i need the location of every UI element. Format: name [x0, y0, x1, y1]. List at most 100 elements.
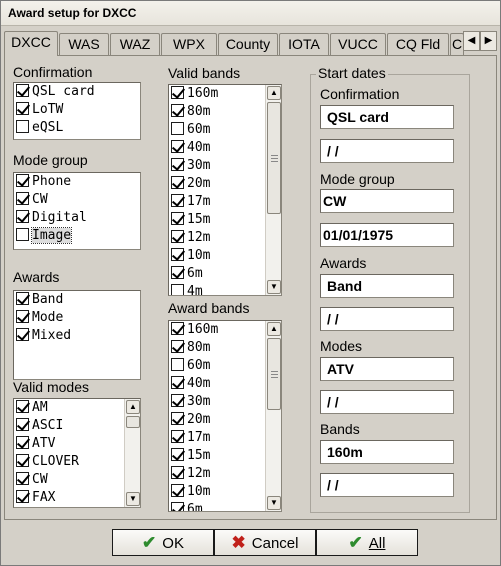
- list-item[interactable]: ASCI: [14, 417, 140, 435]
- checkbox[interactable]: [16, 102, 29, 115]
- checkbox[interactable]: [171, 140, 184, 153]
- checkbox[interactable]: [16, 490, 29, 503]
- checkbox[interactable]: [16, 310, 29, 323]
- scroll-down-icon[interactable]: ▼: [267, 280, 281, 294]
- award-bands-list[interactable]: 160m 80m 60m 40m 30m 20m 17m 15m 12m 10m 6m ▲ ▼: [168, 320, 282, 512]
- scroll-up-icon[interactable]: ▲: [267, 86, 281, 100]
- list-item[interactable]: ATV: [14, 435, 140, 453]
- list-item[interactable]: Phone: [14, 173, 140, 191]
- tab-vucc[interactable]: VUCC: [330, 33, 386, 55]
- checkbox[interactable]: [171, 194, 184, 207]
- checkbox[interactable]: [171, 412, 184, 425]
- list-item[interactable]: LoTW: [14, 101, 140, 119]
- checkbox[interactable]: [171, 502, 184, 511]
- sd-modes-field[interactable]: ATV: [320, 357, 454, 381]
- scroll-down-icon[interactable]: ▼: [126, 492, 140, 506]
- sd-awards-field[interactable]: Band: [320, 274, 454, 298]
- list-item[interactable]: Mixed: [14, 327, 140, 345]
- checkbox[interactable]: [16, 192, 29, 205]
- checkbox[interactable]: [171, 230, 184, 243]
- list-item[interactable]: Digital: [14, 209, 140, 227]
- checkbox[interactable]: [16, 292, 29, 305]
- checkbox[interactable]: [171, 484, 184, 497]
- tab-truncated[interactable]: C: [450, 33, 464, 55]
- title-bar[interactable]: Award setup for DXCC: [0, 0, 501, 26]
- sd-mode-group-field[interactable]: CW: [320, 189, 454, 213]
- all-button[interactable]: ✔ All: [316, 529, 418, 556]
- checkbox[interactable]: [171, 322, 184, 335]
- checkbox[interactable]: [16, 400, 29, 413]
- arrow-right-icon[interactable]: ▶: [480, 31, 497, 51]
- scroll-thumb[interactable]: [126, 416, 140, 428]
- mode-group-list[interactable]: Phone CW Digital Image: [13, 172, 141, 250]
- tab-was[interactable]: WAS: [59, 33, 109, 55]
- checkbox[interactable]: [171, 122, 184, 135]
- award-bands-scrollbar[interactable]: ▲ ▼: [265, 321, 281, 511]
- checkbox[interactable]: [171, 376, 184, 389]
- checkbox[interactable]: [16, 454, 29, 467]
- sd-bands-field[interactable]: 160m: [320, 440, 454, 464]
- checkbox[interactable]: [171, 266, 184, 279]
- sd-confirmation-field[interactable]: QSL card: [320, 105, 454, 129]
- sd-bands-date[interactable]: / /: [320, 473, 454, 497]
- checkbox[interactable]: [171, 176, 184, 189]
- tab-iota[interactable]: IOTA: [279, 33, 329, 55]
- confirmation-list[interactable]: QSL card LoTW eQSL: [13, 82, 141, 140]
- checkbox[interactable]: [16, 174, 29, 187]
- tab-dxcc[interactable]: DXCC: [4, 31, 58, 56]
- checkbox[interactable]: [16, 472, 29, 485]
- list-item[interactable]: QSL card: [14, 83, 140, 101]
- list-item[interactable]: Image: [14, 227, 140, 245]
- tab-waz[interactable]: WAZ: [110, 33, 160, 55]
- checkbox[interactable]: [171, 358, 184, 371]
- checkbox[interactable]: [171, 340, 184, 353]
- list-item-label: 6m: [187, 502, 203, 512]
- list-item[interactable]: Band: [14, 291, 140, 309]
- sd-awards-date[interactable]: / /: [320, 307, 454, 331]
- list-item[interactable]: CLOVER: [14, 453, 140, 471]
- checkbox[interactable]: [171, 466, 184, 479]
- list-item[interactable]: Mode: [14, 309, 140, 327]
- scroll-thumb[interactable]: [267, 102, 281, 214]
- sd-modes-date[interactable]: / /: [320, 390, 454, 414]
- checkbox[interactable]: [171, 394, 184, 407]
- checkbox[interactable]: [171, 86, 184, 99]
- checkbox[interactable]: [171, 284, 184, 295]
- list-item-label: 20m: [187, 176, 211, 191]
- sd-mode-group-date[interactable]: 01/01/1975: [320, 223, 454, 247]
- checkbox[interactable]: [16, 436, 29, 449]
- list-item[interactable]: eQSL: [14, 119, 140, 137]
- checkbox[interactable]: [171, 448, 184, 461]
- scroll-up-icon[interactable]: ▲: [267, 322, 281, 336]
- checkbox[interactable]: [16, 84, 29, 97]
- valid-modes-list[interactable]: AM ASCI ATV CLOVER CW FAX ▲ ▼: [13, 398, 141, 508]
- arrow-left-icon[interactable]: ◀: [463, 31, 480, 51]
- awards-list[interactable]: Band Mode Mixed: [13, 290, 141, 380]
- valid-modes-scrollbar[interactable]: ▲ ▼: [124, 399, 140, 507]
- tab-county[interactable]: County: [218, 33, 278, 55]
- cancel-button[interactable]: ✖ Cancel: [214, 529, 316, 556]
- tab-wpx[interactable]: WPX: [161, 33, 217, 55]
- scroll-up-icon[interactable]: ▲: [126, 400, 140, 414]
- list-item[interactable]: CW: [14, 191, 140, 209]
- checkbox[interactable]: [16, 120, 29, 133]
- list-item[interactable]: FAX: [14, 489, 140, 507]
- checkbox[interactable]: [16, 328, 29, 341]
- valid-bands-scrollbar[interactable]: ▲ ▼: [265, 85, 281, 295]
- list-item[interactable]: AM: [14, 399, 140, 417]
- scroll-down-icon[interactable]: ▼: [267, 496, 281, 510]
- ok-button[interactable]: ✔ OK: [112, 529, 214, 556]
- sd-confirmation-date[interactable]: / /: [320, 139, 454, 163]
- checkbox[interactable]: [171, 212, 184, 225]
- tab-cq-fld[interactable]: CQ Fld: [387, 33, 449, 55]
- list-item[interactable]: CW: [14, 471, 140, 489]
- checkbox[interactable]: [171, 248, 184, 261]
- scroll-thumb[interactable]: [267, 338, 281, 410]
- checkbox[interactable]: [16, 418, 29, 431]
- checkbox[interactable]: [171, 430, 184, 443]
- checkbox[interactable]: [171, 104, 184, 117]
- valid-bands-list[interactable]: 160m 80m 60m 40m 30m 20m 17m 15m 12m 10m 6m 4m ▲ ▼: [168, 84, 282, 296]
- checkbox[interactable]: [16, 228, 29, 241]
- checkbox[interactable]: [16, 210, 29, 223]
- checkbox[interactable]: [171, 158, 184, 171]
